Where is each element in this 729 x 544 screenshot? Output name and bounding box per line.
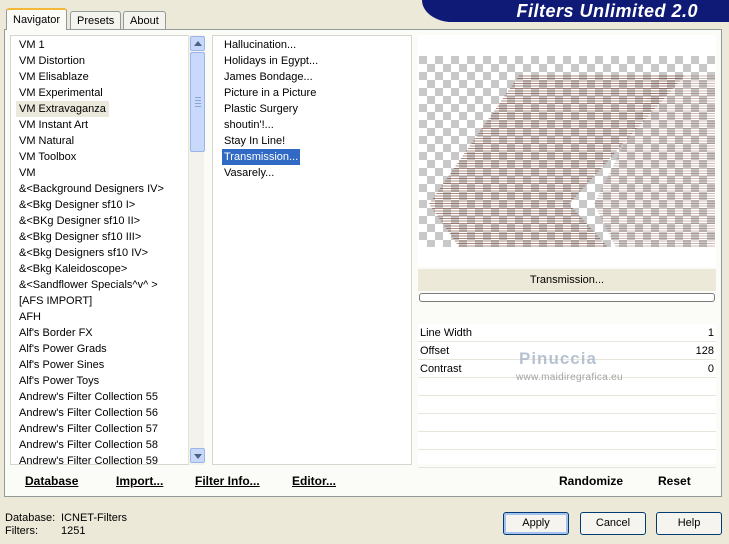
parameter-row xyxy=(418,414,716,432)
category-item[interactable]: Andrew's Filter Collection 57 xyxy=(16,421,161,437)
help-button[interactable]: Help xyxy=(656,512,722,535)
arrow-up-icon xyxy=(194,41,202,46)
parameter-label: Contrast xyxy=(420,363,462,375)
import-button[interactable]: Import... xyxy=(116,474,163,488)
filter-item[interactable]: Holidays in Egypt... xyxy=(222,53,320,69)
parameter-value[interactable]: 128 xyxy=(696,343,714,359)
current-filter-name: Transmission... xyxy=(418,269,716,291)
category-item[interactable]: Andrew's Filter Collection 58 xyxy=(16,437,161,453)
filter-item[interactable]: James Bondage... xyxy=(222,69,315,85)
category-item[interactable]: VM Distortion xyxy=(16,53,88,69)
category-item[interactable]: &<BKg Designer sf10 II> xyxy=(16,213,143,229)
scroll-down-button[interactable] xyxy=(190,448,205,463)
category-item[interactable]: [AFS IMPORT] xyxy=(16,293,95,309)
reset-button[interactable]: Reset xyxy=(658,474,691,488)
category-item[interactable]: Alf's Power Sines xyxy=(16,357,107,373)
filter-item[interactable]: Stay In Line! xyxy=(222,133,287,149)
parameter-row xyxy=(418,450,716,468)
title-banner: Filters Unlimited 2.0 xyxy=(422,0,729,22)
apply-button[interactable]: Apply xyxy=(503,512,569,535)
category-list[interactable]: VM 1 VM Distortion VM Elisablaze VM Experim… xyxy=(10,35,204,465)
category-item[interactable]: &<Bkg Designer sf10 I> xyxy=(16,197,138,213)
parameter-label: Line Width xyxy=(420,327,472,339)
category-item[interactable]: Alf's Power Toys xyxy=(16,373,102,389)
filter-item[interactable]: Hallucination... xyxy=(222,37,298,53)
scroll-up-button[interactable] xyxy=(190,36,205,51)
filter-item[interactable]: Vasarely... xyxy=(222,165,276,181)
database-label: Database: xyxy=(5,512,56,524)
cancel-button[interactable]: Cancel xyxy=(580,512,646,535)
category-item[interactable]: &<Sandflower Specials^v^ > xyxy=(16,277,161,293)
filter-item[interactable]: Plastic Surgery xyxy=(222,101,300,117)
category-item[interactable]: &<Bkg Kaleidoscope> xyxy=(16,261,130,277)
filter-list[interactable]: Hallucination... Holidays in Egypt... Jame… xyxy=(212,35,412,465)
preview-image xyxy=(419,56,715,247)
category-scrollbar[interactable] xyxy=(188,35,205,465)
tab-about[interactable]: About xyxy=(123,11,166,29)
category-item[interactable]: Andrew's Filter Collection 56 xyxy=(16,405,161,421)
parameter-row xyxy=(418,432,716,450)
category-item[interactable]: AFH xyxy=(16,309,44,325)
database-button[interactable]: Database xyxy=(25,474,78,488)
scroll-thumb[interactable] xyxy=(190,52,205,152)
tab-presets[interactable]: Presets xyxy=(70,11,122,29)
parameters-panel: Line Width 1 Offset 128 Contrast 0 xyxy=(418,324,716,468)
category-item[interactable]: Alf's Border FX xyxy=(16,325,96,341)
parameter-row xyxy=(418,396,716,414)
category-item[interactable]: VM Natural xyxy=(16,133,77,149)
category-item[interactable]: VM 1 xyxy=(16,37,48,53)
filter-item[interactable]: Picture in a Picture xyxy=(222,85,318,101)
window-title: Filters Unlimited 2.0 xyxy=(516,1,698,21)
category-item[interactable]: &<Bkg Designer sf10 III> xyxy=(16,229,144,245)
parameter-value[interactable]: 1 xyxy=(708,325,714,341)
progress-bar xyxy=(419,293,715,302)
filter-info-button[interactable]: Filter Info... xyxy=(195,474,260,488)
category-item[interactable]: Andrew's Filter Collection 55 xyxy=(16,389,161,405)
category-item[interactable]: VM Instant Art xyxy=(16,117,91,133)
parameter-value[interactable]: 0 xyxy=(708,361,714,377)
tab-navigator[interactable]: Navigator xyxy=(6,8,68,30)
category-item[interactable]: VM Toolbox xyxy=(16,149,79,165)
category-item[interactable]: VM Experimental xyxy=(16,85,106,101)
filter-item[interactable]: Transmission... xyxy=(222,149,301,165)
parameter-row[interactable]: Line Width 1 xyxy=(418,324,716,342)
watermark-url: www.maidiregrafica.eu xyxy=(516,372,623,383)
editor-button[interactable]: Editor... xyxy=(292,474,336,488)
database-value: ICNET-Filters xyxy=(61,512,127,524)
category-item[interactable]: &<Bkg Designers sf10 IV> xyxy=(16,245,151,261)
watermark-name: Pinuccia xyxy=(519,349,597,368)
parameter-label: Offset xyxy=(420,345,450,357)
arrow-down-icon xyxy=(194,454,202,459)
category-item[interactable]: Andrew's Filter Collection 59 xyxy=(16,453,161,464)
category-item[interactable]: Alf's Power Grads xyxy=(16,341,110,357)
category-item[interactable]: &<Background Designers IV> xyxy=(16,181,167,197)
filter-item[interactable]: shoutin'!... xyxy=(222,117,276,133)
category-item[interactable]: VM Extravaganza xyxy=(16,101,109,117)
category-item[interactable]: VM xyxy=(16,165,39,181)
category-item[interactable]: VM Elisablaze xyxy=(16,69,92,85)
filters-count-label: Filters: xyxy=(5,525,38,537)
randomize-button[interactable]: Randomize xyxy=(559,474,623,488)
filters-count-value: 1251 xyxy=(61,525,86,537)
